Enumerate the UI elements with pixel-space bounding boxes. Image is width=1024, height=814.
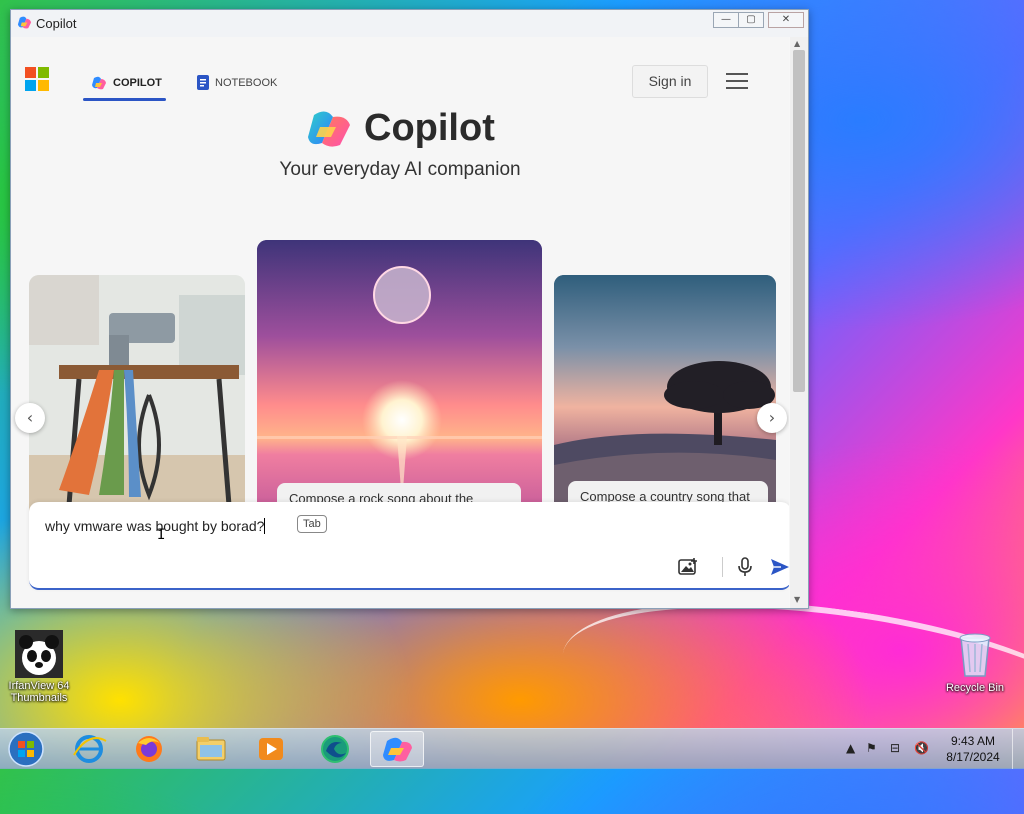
- suggestion-card-country-song[interactable]: Compose a country song that: [554, 275, 776, 515]
- brand-name: Copilot: [364, 107, 495, 149]
- desktop-icon-recycle-bin[interactable]: Recycle Bin: [940, 630, 1010, 694]
- chat-input-box[interactable]: why vmware was bought by borad? Tab I: [29, 502, 789, 590]
- desktop-icon-label: Recycle Bin: [945, 682, 1005, 694]
- microphone-icon[interactable]: [734, 556, 756, 578]
- tab-label: NOTEBOOK: [215, 76, 278, 89]
- desktop-icon-label: Thumbnails: [10, 692, 68, 704]
- moon-sunset-image: [257, 240, 542, 515]
- active-tab-indicator: [83, 98, 166, 101]
- toolbar-separator: [722, 557, 723, 577]
- vertical-scrollbar[interactable]: ▲ ▼: [790, 37, 808, 608]
- copilot-page: COPILOT NOTEBOOK Sign in Copilot Your ev…: [11, 37, 789, 608]
- clock-time: 9:43 AM: [950, 734, 996, 748]
- ibeam-cursor-icon: I: [157, 527, 166, 543]
- tab-notebook[interactable]: NOTEBOOK: [197, 75, 277, 90]
- desktop-icon-irfanview[interactable]: IrfanView 64 Thumbnails: [4, 630, 74, 704]
- microsoft-logo[interactable]: [25, 67, 49, 91]
- notebook-icon: [197, 75, 209, 90]
- tagline: Your everyday AI companion: [279, 159, 521, 180]
- desktop-icon-label: IrfanView 64: [8, 680, 70, 692]
- minimize-button[interactable]: —: [713, 12, 739, 28]
- tab-copilot[interactable]: COPILOT: [91, 75, 162, 91]
- window-title: Copilot: [36, 16, 77, 31]
- close-icon: ✕: [781, 14, 791, 25]
- tree-dusk-image: [554, 275, 776, 515]
- show-desktop-button[interactable]: [1012, 729, 1024, 769]
- panda-icon: [15, 630, 63, 678]
- taskbar: ▲ ⚑ ⊟ 🔇 9:43 AM 8/17/2024: [0, 728, 1024, 769]
- copilot-app-icon: [17, 16, 32, 29]
- carousel-next-button[interactable]: ›: [757, 403, 787, 433]
- scrollbar-thumb[interactable]: [793, 50, 805, 392]
- chevron-left-icon: ‹: [26, 408, 34, 427]
- file-explorer-icon[interactable]: [184, 731, 238, 767]
- internet-explorer-icon[interactable]: [62, 731, 116, 767]
- chat-input-text-wrap[interactable]: why vmware was bought by borad?: [45, 518, 266, 534]
- recycle-bin-icon: [959, 633, 991, 677]
- maximize-icon: ▢: [746, 14, 756, 25]
- copilot-brand: Copilot: [306, 107, 495, 150]
- media-player-icon[interactable]: [244, 731, 298, 767]
- tab-label: COPILOT: [113, 77, 162, 89]
- menu-icon[interactable]: [726, 73, 748, 89]
- send-icon[interactable]: [769, 556, 789, 578]
- start-button[interactable]: [6, 731, 46, 767]
- taskbar-clock[interactable]: 9:43 AM 8/17/2024: [940, 733, 1006, 765]
- minimize-icon: —: [721, 14, 731, 25]
- text-caret: [264, 518, 266, 534]
- action-center-flag-icon[interactable]: ⚑: [866, 741, 877, 755]
- tab-hint-badge: Tab: [297, 515, 327, 533]
- tray-overflow-icon[interactable]: ▲: [846, 741, 855, 755]
- network-icon[interactable]: ⊟: [890, 741, 900, 755]
- suggestion-card-rock-song[interactable]: Compose a rock song about the: [257, 240, 542, 515]
- copilot-logo-icon: [308, 110, 350, 147]
- copilot-tab-icon: [92, 76, 106, 90]
- taskbar-copilot-button[interactable]: [370, 731, 424, 767]
- sewing-machine-image: [29, 275, 245, 515]
- edge-icon[interactable]: [308, 731, 362, 767]
- chevron-right-icon: ›: [768, 408, 776, 427]
- close-button[interactable]: ✕: [768, 12, 804, 28]
- scroll-down-icon[interactable]: ▼: [794, 595, 800, 604]
- title-bar[interactable]: Copilot — ▢ ✕: [11, 10, 808, 37]
- maximize-button[interactable]: ▢: [738, 12, 764, 28]
- carousel-prev-button[interactable]: ‹: [15, 403, 45, 433]
- copilot-window: Copilot — ▢ ✕ COPILOT NOTEBOOK Sign in C…: [10, 9, 809, 609]
- clock-date: 8/17/2024: [946, 750, 1000, 764]
- volume-muted-icon[interactable]: 🔇: [914, 741, 929, 755]
- chat-input-text: why vmware was bought by borad?: [45, 518, 265, 534]
- copilot-icon: [383, 737, 412, 762]
- sign-in-button[interactable]: Sign in: [632, 65, 708, 98]
- scroll-up-icon[interactable]: ▲: [794, 39, 800, 48]
- image-upload-icon[interactable]: [677, 556, 699, 578]
- suggestion-card-sewing[interactable]: [29, 275, 245, 515]
- firefox-icon[interactable]: [122, 731, 176, 767]
